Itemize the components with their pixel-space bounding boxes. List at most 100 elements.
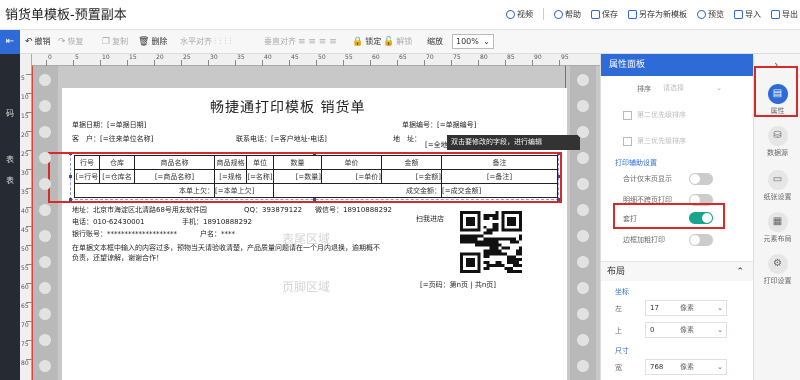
company-tel[interactable]: 电话：010-62430001 [72, 217, 145, 227]
help-button[interactable]: 帮助 [554, 9, 581, 20]
field-number[interactable]: 单据编号：[=单据编号] [402, 120, 476, 130]
ruler-label: 20 [156, 54, 164, 61]
feed-hole [39, 100, 51, 112]
grid-icon: ▦ [767, 212, 788, 232]
qr-module [462, 234, 466, 238]
page-title[interactable]: 畅捷通打印模板 销货单 [210, 97, 365, 117]
left-nav-item[interactable]: 表 [0, 175, 20, 186]
delete-button[interactable]: 🗑 删除 [138, 36, 167, 47]
qr-module [483, 249, 487, 253]
toggle-knob [690, 174, 700, 184]
priority3-row[interactable]: 第三优先级排序 [623, 136, 686, 146]
company-address[interactable]: 地址：北京市海淀区北清路68号用友软件园 [72, 205, 207, 215]
unlock-button[interactable]: 🔓 解锁 [383, 36, 412, 47]
ruler-tick [208, 60, 209, 66]
qr-module [465, 234, 469, 238]
redo-button[interactable]: ↷ 恢复 [58, 36, 84, 47]
import-button[interactable]: 导入 [734, 9, 761, 20]
tab-datasource[interactable]: ⛁ 数据源 [757, 126, 798, 158]
feed-hole [39, 308, 51, 320]
video-button[interactable]: 视频 [506, 9, 533, 20]
qr-module [460, 234, 463, 238]
undo-button[interactable]: ↶ 撤销 [25, 36, 51, 47]
ruler-label: 35 [237, 54, 245, 61]
left-input[interactable]: 17 像素 ⌄ [645, 300, 727, 316]
layout-section-header[interactable]: 布局 ⌃ [601, 261, 753, 281]
export-button[interactable]: 导出 [771, 9, 798, 20]
qr-module [489, 228, 493, 232]
field-customer[interactable]: 客 户：[=往来单位名称] [72, 134, 153, 144]
qr-module [501, 211, 522, 214]
width-label: 宽 [615, 364, 622, 372]
company-qq[interactable]: QQ：393879122 [244, 205, 302, 215]
tab-paper-settings[interactable]: ▭ 纸张设置 [757, 170, 798, 202]
company-bank[interactable]: 银行账号：******************** [72, 229, 177, 239]
left-nav-item[interactable]: 表 [0, 154, 20, 165]
ruler-tick [451, 60, 452, 66]
qr-module [495, 222, 499, 226]
qr-module [468, 237, 472, 241]
width-input[interactable]: 768 像素 ⌄ [645, 359, 727, 375]
preview-button[interactable]: 预览 [697, 9, 724, 20]
qr-module [492, 246, 496, 250]
border-bold-toggle[interactable] [689, 234, 713, 246]
note-line-2[interactable]: 负责，还望谅解，谢谢合作！ [72, 253, 163, 263]
qr-module [510, 270, 514, 273]
lock-button[interactable]: 🔒 锁定 [352, 36, 381, 47]
qr-module [516, 261, 520, 265]
field-date[interactable]: 单据日期：[=单据日期] [72, 120, 146, 130]
save-button[interactable]: 保存 [591, 9, 618, 20]
design-canvas[interactable]: 0 5 10 15 20 25 30 35 40 45 50 55 60 65 70 75 80 85 90 95 5… [20, 54, 600, 380]
qr-module [504, 237, 508, 241]
qr-module [486, 231, 490, 235]
chevron-down-icon: ⌄ [717, 363, 723, 371]
priority2-row[interactable]: 第二优先级排序 [623, 110, 686, 120]
qr-module [519, 270, 522, 273]
ruler-label: 5 [75, 54, 79, 61]
ruler-tick [370, 60, 371, 66]
left-nav-item[interactable]: 码 [0, 108, 20, 119]
collapse-nav-button[interactable]: ⇤ [0, 30, 20, 54]
sort-select[interactable]: 请选择 ⌄ [659, 81, 725, 97]
feed-hole [577, 152, 589, 164]
ruler-tick [343, 60, 344, 66]
ruler-label: 35 [21, 189, 29, 196]
company-mobile[interactable]: 手机：18910888292 [182, 217, 252, 227]
feed-hole [577, 334, 589, 346]
page-number[interactable]: [=页码：第n页 | 共n页] [420, 280, 496, 290]
qr-module [495, 216, 499, 220]
qr-module [486, 264, 490, 268]
zoom-select[interactable]: 100% ⌄ [452, 34, 494, 49]
note-line-1[interactable]: 在单据文本框中输入的内容过多，预物当天请验收清楚，产品质量问题请在一个月内退换，… [72, 243, 380, 253]
total-only-last-toggle[interactable] [689, 173, 713, 185]
qr-code-image[interactable] [460, 211, 522, 273]
checkbox[interactable] [623, 136, 632, 146]
save-as-button[interactable]: 另存为新模板 [628, 9, 687, 20]
horizontal-align-button[interactable]: 水平对齐 ⫶ ⫶ ⫶ ⫶ [180, 36, 232, 47]
ruler-label: 15 [21, 113, 29, 120]
tab-element-layout[interactable]: ▦ 元素布局 [757, 212, 798, 244]
qr-module [460, 228, 481, 232]
field-address-value[interactable]: [=全地 [425, 140, 448, 150]
chevron-right-icon[interactable]: › [774, 58, 778, 71]
scan-text[interactable]: 扫我进店 [416, 214, 444, 224]
copy-button[interactable]: ❐ 复制 [102, 36, 128, 47]
undo-icon: ↶ [25, 36, 33, 47]
qr-module [504, 252, 508, 256]
field-phone[interactable]: 联系电话：[=客户地址-电话] [236, 134, 327, 144]
top-input[interactable]: 0 像素 ⌄ [645, 322, 727, 338]
tab-print-settings[interactable]: ⚙ 打印设置 [757, 254, 798, 286]
checkbox[interactable] [623, 110, 632, 120]
qr-module [489, 243, 493, 247]
company-account[interactable]: 户名：**** [200, 229, 235, 239]
align-icons: ⫶ ⫶ ⫶ ⫶ [214, 36, 232, 47]
company-wechat[interactable]: 微信号：18910888292 [315, 205, 392, 215]
qr-module [504, 246, 508, 250]
field-address-label[interactable]: 地 址： [393, 134, 421, 144]
vertical-align-button[interactable]: 垂直对齐 ≡ ≡ ≡ ≡ [264, 36, 337, 47]
qr-module [516, 252, 520, 256]
ruler-label: 55 [21, 265, 29, 272]
qr-module [489, 264, 493, 268]
highlight-box-table [48, 152, 562, 203]
ruler-label: 20 [21, 132, 29, 139]
